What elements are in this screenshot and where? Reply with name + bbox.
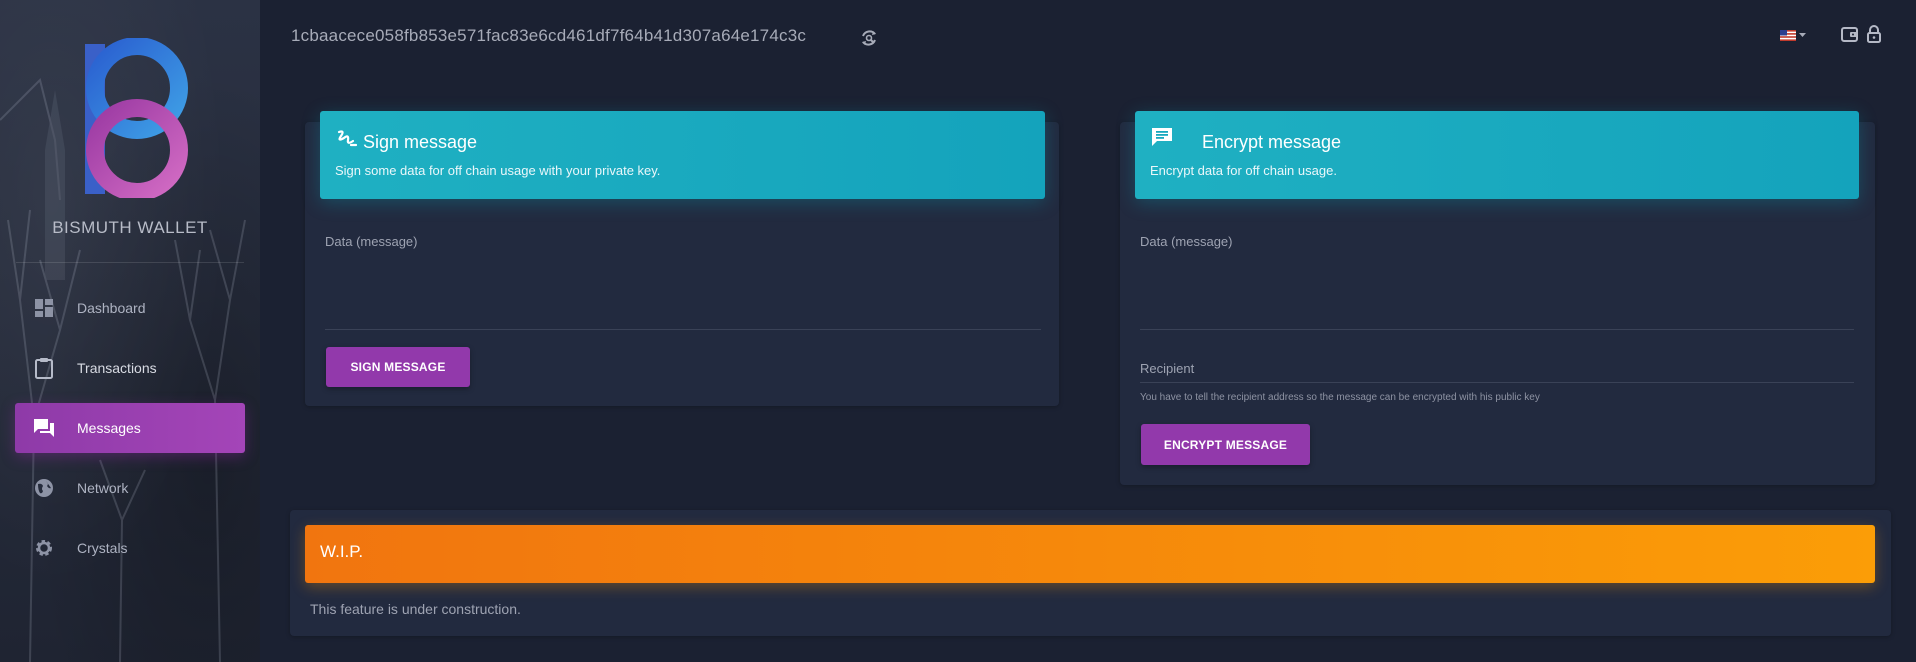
sidebar-item-label: Network [77,480,129,496]
sign-message-subtitle: Sign some data for off chain usage with … [335,163,661,178]
clipboard-icon [33,357,55,379]
sign-data-input[interactable] [325,255,1041,329]
lock-icon[interactable] [1866,25,1882,48]
wallet-icon[interactable] [1841,25,1859,48]
gear-icon [33,537,55,559]
sign-data-underline [325,329,1041,330]
gesture-icon [336,129,358,154]
logo [0,38,260,198]
sidebar-item-label: Crystals [77,540,128,556]
message-icon [1151,127,1173,152]
wallet-address: 1cbaacece058fb853e571fac83e6cd461df7f64b… [291,26,807,45]
sidebar-item-network[interactable]: Network [15,463,245,513]
globe-icon [33,477,55,499]
encrypt-message-button[interactable]: ENCRYPT MESSAGE [1141,424,1310,465]
refresh-icon[interactable] [858,27,880,49]
encrypt-message-title: Encrypt message [1202,132,1342,152]
us-flag-icon [1780,30,1796,41]
language-selector[interactable] [1780,30,1806,41]
brand-title: BISMUTH WALLET [52,218,208,237]
encrypt-message-subtitle: Encrypt data for off chain usage. [1150,163,1337,178]
sidebar-item-label: Messages [77,420,141,436]
encrypt-data-underline [1140,329,1854,330]
sign-message-button[interactable]: SIGN MESSAGE [326,347,470,387]
divider [16,262,244,263]
sidebar-item-label: Transactions [77,360,157,376]
encrypt-data-label: Data (message) [1140,234,1233,249]
forum-icon [33,417,55,439]
recipient-underline [1140,382,1854,383]
sidebar-item-crystals[interactable]: Crystals [15,523,245,573]
sign-data-label: Data (message) [325,234,418,249]
sign-message-header: Sign message Sign some data for off chai… [320,111,1045,199]
wip-text: This feature is under construction. [310,601,521,617]
encrypt-message-header: Encrypt message Encrypt data for off cha… [1135,111,1859,199]
bismuth-logo-icon [85,38,188,198]
sign-message-title: Sign message [363,132,478,152]
sidebar: BISMUTH WALLET Dashboard Transactions Me… [0,0,260,662]
recipient-input[interactable] [1140,356,1854,382]
encrypt-data-input[interactable] [1140,255,1854,329]
chevron-down-icon [1799,33,1806,37]
sidebar-nav: Dashboard Transactions Messages Network … [15,283,245,583]
dashboard-icon [33,297,55,319]
recipient-hint: You have to tell the recipient address s… [1140,392,1540,403]
sidebar-item-transactions[interactable]: Transactions [15,343,245,393]
wip-header: W.I.P. [305,525,1875,583]
sidebar-item-label: Dashboard [77,300,146,316]
sidebar-item-dashboard[interactable]: Dashboard [15,283,245,333]
wip-title: W.I.P. [320,542,364,561]
sidebar-item-messages[interactable]: Messages [15,403,245,453]
